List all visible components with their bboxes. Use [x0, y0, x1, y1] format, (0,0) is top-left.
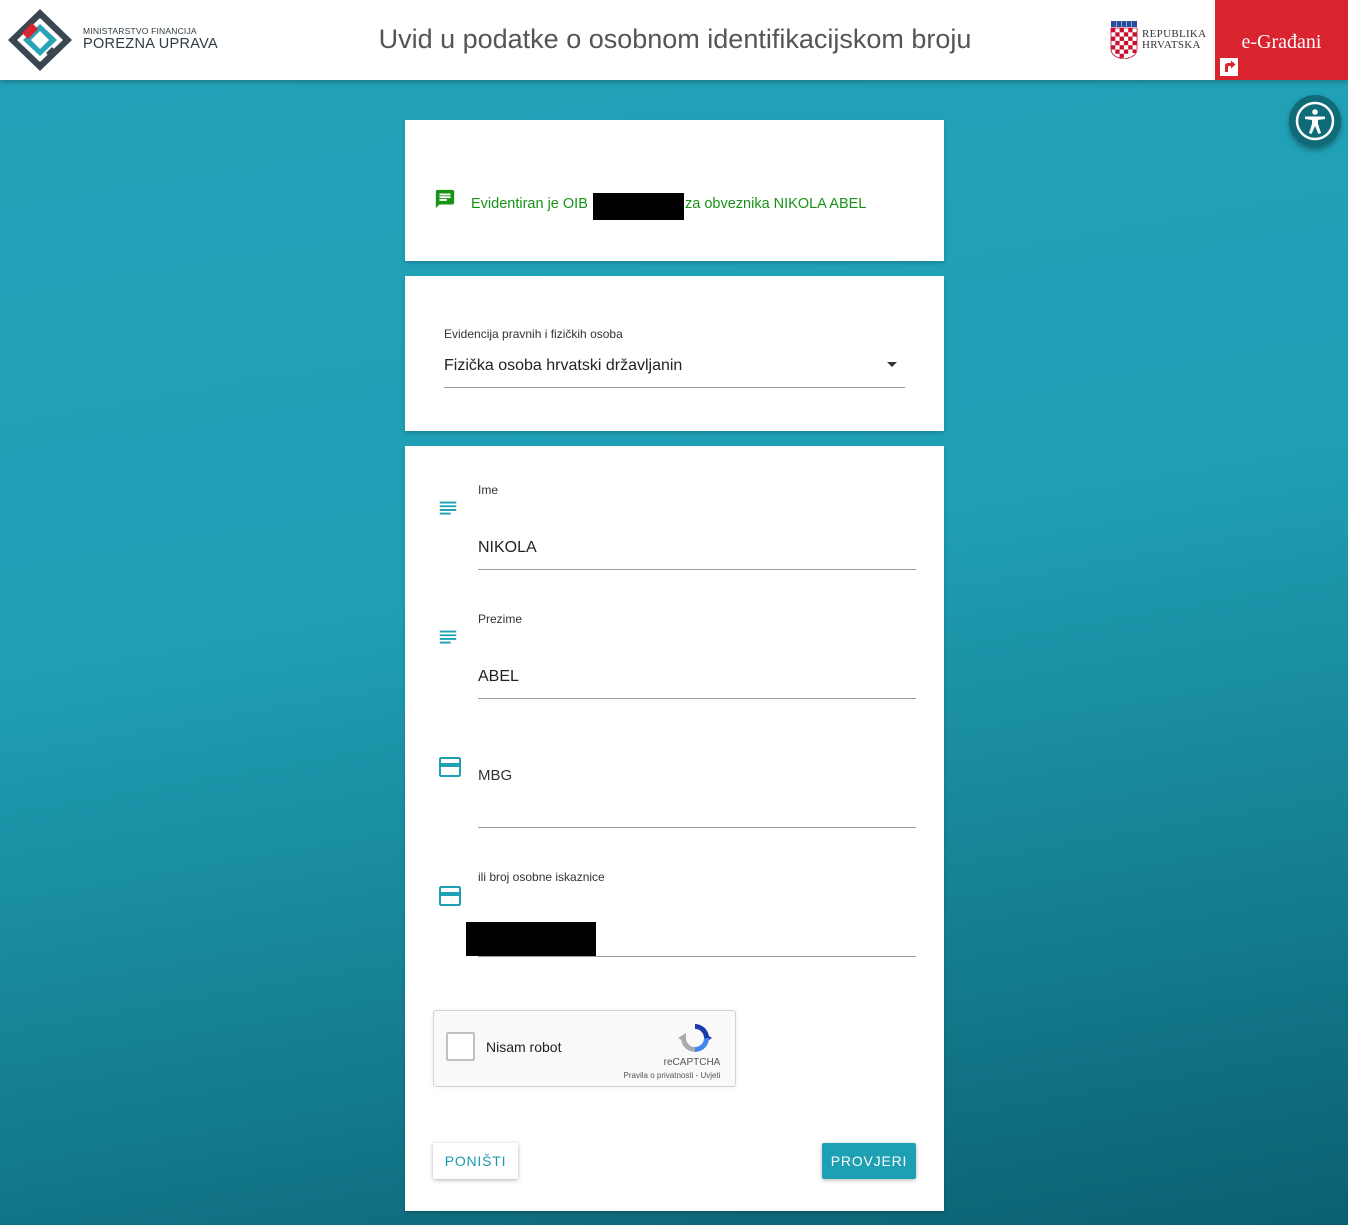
message-text-after: za obveznika NIKOLA ABEL	[685, 196, 867, 212]
registry-card: Evidencija pravnih i fizičkih osoba Fizi…	[405, 276, 944, 431]
logo-text: MINISTARSTVO FINANCIJA POREZNA UPRAVA	[83, 26, 218, 53]
credit-card-icon	[439, 886, 461, 906]
message-icon	[435, 189, 455, 209]
recaptcha-links[interactable]: Pravila o privatnosti - Uvjeti	[614, 1071, 730, 1080]
last-name-label: Prezime	[478, 612, 523, 626]
check-button[interactable]: PROVJERI	[822, 1143, 916, 1179]
recaptcha-brand: reCAPTCHA	[663, 1057, 721, 1068]
accessibility-button[interactable]	[1289, 95, 1341, 147]
e-gradjani-link[interactable]: e-Građani	[1215, 0, 1348, 80]
subject-icon	[439, 630, 457, 644]
first-name-label: Ime	[478, 483, 499, 497]
id-card-label: ili broj osobne iskaznice	[478, 870, 605, 884]
header: MINISTARSTVO FINANCIJA POREZNA UPRAVA Uv…	[0, 0, 1348, 80]
dropdown-arrow-icon[interactable]	[886, 361, 898, 369]
page-title: Uvid u podatke o osobnom identifikacijsk…	[378, 24, 972, 54]
porezna-uprava-logo-icon[interactable]	[8, 9, 72, 71]
logo-line1: MINISTARSTVO FINANCIJA	[83, 26, 197, 36]
logo-line2: POREZNA UPRAVA	[83, 36, 218, 52]
e-gradjani-label: e-Građani	[1241, 31, 1322, 53]
last-name-underline	[478, 698, 916, 699]
mbg-underline	[478, 827, 916, 828]
registry-select[interactable]: Fizička osoba hrvatski državljanin	[444, 357, 682, 375]
recaptcha-checkbox[interactable]	[446, 1032, 475, 1061]
recaptcha-logo-icon	[678, 1024, 712, 1052]
mbg-input[interactable]: MBG	[478, 767, 512, 784]
credit-card-icon	[439, 757, 461, 777]
subject-icon	[439, 501, 457, 515]
republic-line2: HRVATSKA	[1142, 39, 1201, 51]
last-name-input[interactable]: ABEL	[478, 668, 519, 686]
recaptcha-widget: Nisam robot reCAPTCHA Pravila o privatno…	[433, 1010, 736, 1087]
message-text-before: Evidentiran je OIB	[471, 196, 588, 212]
registry-select-underline	[444, 387, 905, 388]
redacted-oib	[593, 193, 684, 220]
registry-select-label: Evidencija pravnih i fizičkih osoba	[444, 327, 623, 341]
result-card: Evidentiran je OIB za obveznika NIKOLA A…	[405, 120, 944, 261]
republic-text: REPUBLIKA HRVATSKA	[1142, 29, 1206, 51]
id-card-underline	[478, 956, 916, 957]
id-card-input[interactable]	[466, 922, 596, 956]
form-card: Ime NIKOLA Prezime ABEL MBG ili broj oso…	[405, 446, 944, 1211]
recaptcha-label: Nisam robot	[486, 1039, 562, 1055]
first-name-input[interactable]: NIKOLA	[478, 539, 537, 557]
republika-hrvatska-logo[interactable]: REPUBLIKA HRVATSKA	[1110, 21, 1210, 61]
first-name-underline	[478, 569, 916, 570]
accessibility-icon	[1295, 101, 1335, 141]
croatian-crest-icon	[1110, 21, 1138, 59]
reset-button[interactable]: PONIŠTI	[433, 1143, 518, 1179]
external-link-icon	[1220, 58, 1238, 76]
